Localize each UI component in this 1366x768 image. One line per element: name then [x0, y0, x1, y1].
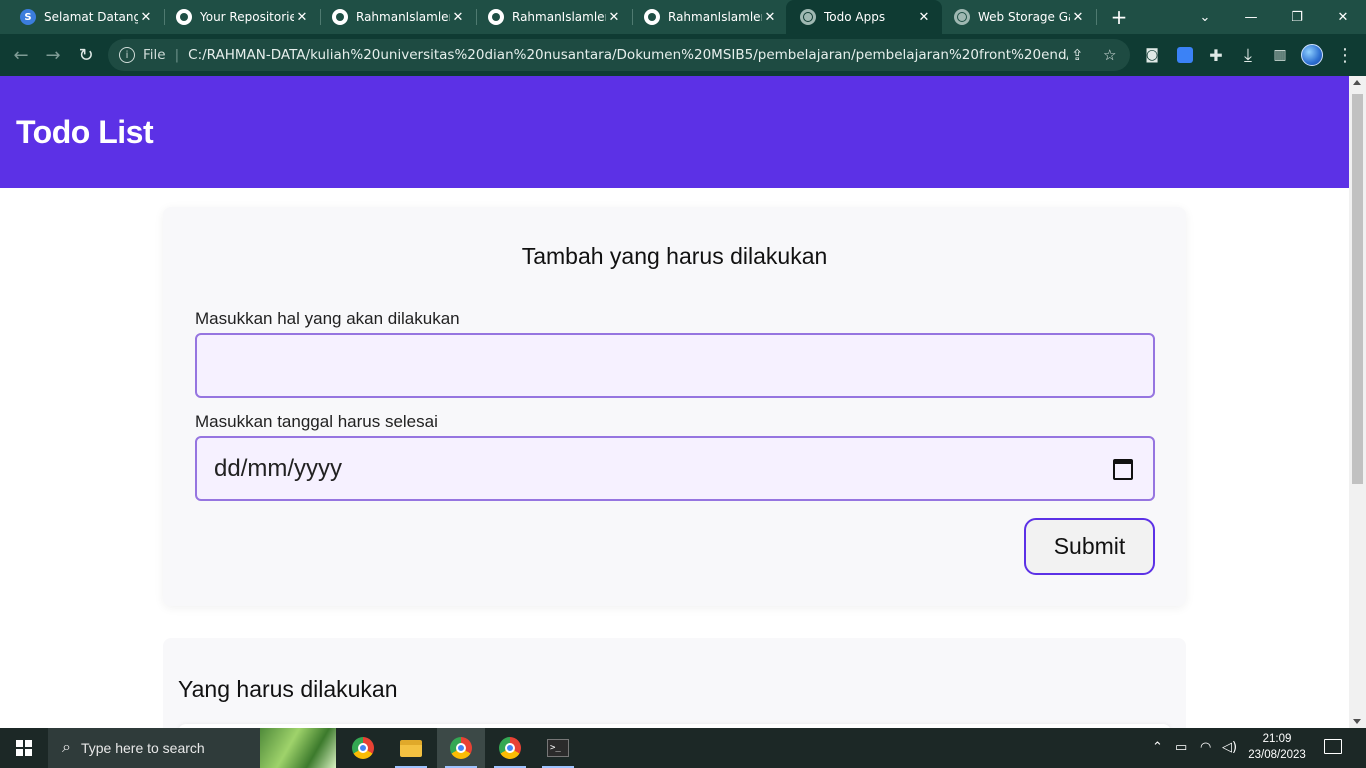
minimize-button[interactable]: — — [1228, 0, 1274, 34]
github-icon — [488, 9, 504, 25]
tab-your-repositories[interactable]: Your Repositories ✕ — [156, 0, 320, 34]
scroll-down-arrow-icon[interactable] — [1353, 719, 1361, 724]
volume-icon[interactable]: ◁) — [1222, 740, 1237, 755]
close-icon[interactable]: ✕ — [450, 10, 466, 25]
clock-date: 23/08/2023 — [1248, 749, 1306, 761]
chrome-icon — [352, 737, 374, 759]
taskbar-search[interactable]: ⌕ Type here to search — [48, 728, 336, 768]
chrome-icon — [450, 737, 472, 759]
camera-icon[interactable]: ◙ — [1139, 42, 1165, 68]
globe-icon — [800, 9, 816, 25]
tray-chevron-up-icon[interactable]: ⌃ — [1152, 740, 1163, 755]
date-input[interactable]: dd/mm/yyyy — [195, 436, 1155, 501]
taskbar-file-explorer[interactable] — [387, 728, 435, 768]
extensions-puzzle-icon[interactable]: ✚ — [1203, 42, 1229, 68]
tab-rahman-2[interactable]: RahmanIslamlen/ ✕ — [468, 0, 632, 34]
close-icon[interactable]: ✕ — [138, 10, 154, 25]
maximize-button[interactable]: ❐ — [1274, 0, 1320, 34]
browser-tab-strip: S Selamat Datang ✕ Your Repositories ✕ R… — [0, 0, 1366, 34]
windows-taskbar: ⌕ Type here to search >_ ⌃ ▭ ◠ ◁) 21:09 … — [0, 728, 1366, 768]
form-heading: Tambah yang harus dilakukan — [521, 243, 828, 269]
todo-list-section: Yang harus dilakukan — [163, 638, 1186, 728]
close-icon[interactable]: ✕ — [294, 10, 310, 25]
taskbar-chrome-3[interactable] — [486, 728, 534, 768]
wifi-icon[interactable]: ◠ — [1200, 740, 1211, 755]
search-placeholder: Type here to search — [80, 740, 205, 756]
info-icon[interactable]: i — [119, 47, 135, 63]
tab-selamat-datang[interactable]: S Selamat Datang ✕ — [0, 0, 164, 34]
forward-button[interactable]: → — [40, 42, 66, 68]
clock-time: 21:09 — [1262, 733, 1292, 745]
translate-extension-icon[interactable] — [1172, 42, 1198, 68]
page-title: Todo List — [16, 114, 154, 150]
tab-title: Web Storage Gan — [978, 10, 1070, 24]
submit-button[interactable]: Submit — [1024, 518, 1155, 575]
new-tab-button[interactable]: + — [1106, 0, 1132, 34]
close-icon[interactable]: ✕ — [1070, 10, 1086, 25]
reload-button[interactable]: ↻ — [73, 42, 99, 68]
date-placeholder: dd/mm/yyyy — [214, 454, 343, 482]
close-icon[interactable]: ✕ — [916, 10, 932, 25]
scrollbar-thumb[interactable] — [1352, 94, 1363, 484]
tab-title: RahmanIslamlen/ — [668, 10, 762, 24]
terminal-icon: >_ — [547, 739, 569, 757]
bookmark-star-icon[interactable]: ☆ — [1103, 46, 1116, 64]
browser-toolbar: ← → ↻ i File | C:/RAHMAN-DATA/kuliah%20u… — [0, 34, 1366, 76]
date-label: Masukkan tanggal harus selesai — [195, 412, 438, 431]
github-icon — [176, 9, 192, 25]
tab-title: RahmanIslamlen/ — [512, 10, 606, 24]
windows-logo-icon — [16, 740, 32, 756]
tab-title: RahmanIslamlen/ — [356, 10, 450, 24]
tab-web-storage[interactable]: Web Storage Gan ✕ — [934, 0, 1096, 34]
close-icon[interactable]: ✕ — [762, 10, 778, 25]
tab-title: Selamat Datang — [44, 10, 138, 24]
s-badge-icon: S — [20, 9, 36, 25]
close-window-button[interactable]: ✕ — [1320, 0, 1366, 34]
tab-todo-apps[interactable]: Todo Apps ✕ — [786, 0, 942, 34]
download-icon[interactable]: ⤓ — [1235, 42, 1261, 68]
taskbar-chrome-1[interactable] — [339, 728, 387, 768]
page-viewport: Todo List Tambah yang harus dilakukan Ma… — [0, 76, 1349, 728]
calendar-icon[interactable] — [1113, 459, 1133, 480]
taskbar-clock[interactable]: 21:09 23/08/2023 — [1244, 731, 1310, 763]
github-icon — [332, 9, 348, 25]
url-text[interactable]: C:/RAHMAN-DATA/kuliah%20universitas%20di… — [188, 47, 1068, 63]
tab-title: Todo Apps — [824, 10, 886, 24]
close-icon[interactable]: ✕ — [606, 10, 622, 25]
start-button[interactable] — [0, 728, 48, 768]
github-icon — [644, 9, 660, 25]
search-highlight-image — [260, 728, 336, 768]
title-input[interactable] — [195, 333, 1155, 398]
tab-rahman-1[interactable]: RahmanIslamlen/ ✕ — [312, 0, 476, 34]
menu-kebab-icon[interactable]: ⋮ — [1332, 42, 1358, 68]
scheme-label: File — [143, 47, 166, 63]
globe-icon — [954, 9, 970, 25]
add-todo-form: Tambah yang harus dilakukan Masukkan hal… — [163, 207, 1186, 606]
share-icon[interactable]: ⇪ — [1071, 46, 1084, 64]
taskbar-chrome-2[interactable] — [437, 728, 485, 768]
side-panel-icon[interactable]: ▥ — [1267, 42, 1293, 68]
search-icon: ⌕ — [62, 739, 71, 756]
title-label: Masukkan hal yang akan dilakukan — [195, 309, 460, 328]
list-heading: Yang harus dilakukan — [178, 676, 398, 702]
scroll-up-arrow-icon[interactable] — [1353, 80, 1361, 85]
folder-icon — [400, 739, 422, 757]
address-bar[interactable]: i File | C:/RAHMAN-DATA/kuliah%20univers… — [108, 39, 1130, 71]
tab-separator — [1096, 9, 1097, 25]
tab-title: Your Repositories — [200, 10, 294, 24]
page-header: Todo List — [0, 76, 1349, 188]
notification-icon[interactable] — [1324, 739, 1342, 754]
divider: | — [174, 47, 180, 63]
back-button[interactable]: ← — [8, 42, 34, 68]
tab-rahman-3[interactable]: RahmanIslamlen/ ✕ — [624, 0, 788, 34]
profile-avatar[interactable] — [1301, 44, 1323, 66]
tab-search-chevron-icon[interactable]: ⌄ — [1182, 0, 1228, 34]
taskbar-terminal[interactable]: >_ — [534, 728, 582, 768]
battery-icon[interactable]: ▭ — [1175, 740, 1187, 755]
page-scrollbar[interactable] — [1349, 76, 1366, 728]
chrome-icon — [499, 737, 521, 759]
